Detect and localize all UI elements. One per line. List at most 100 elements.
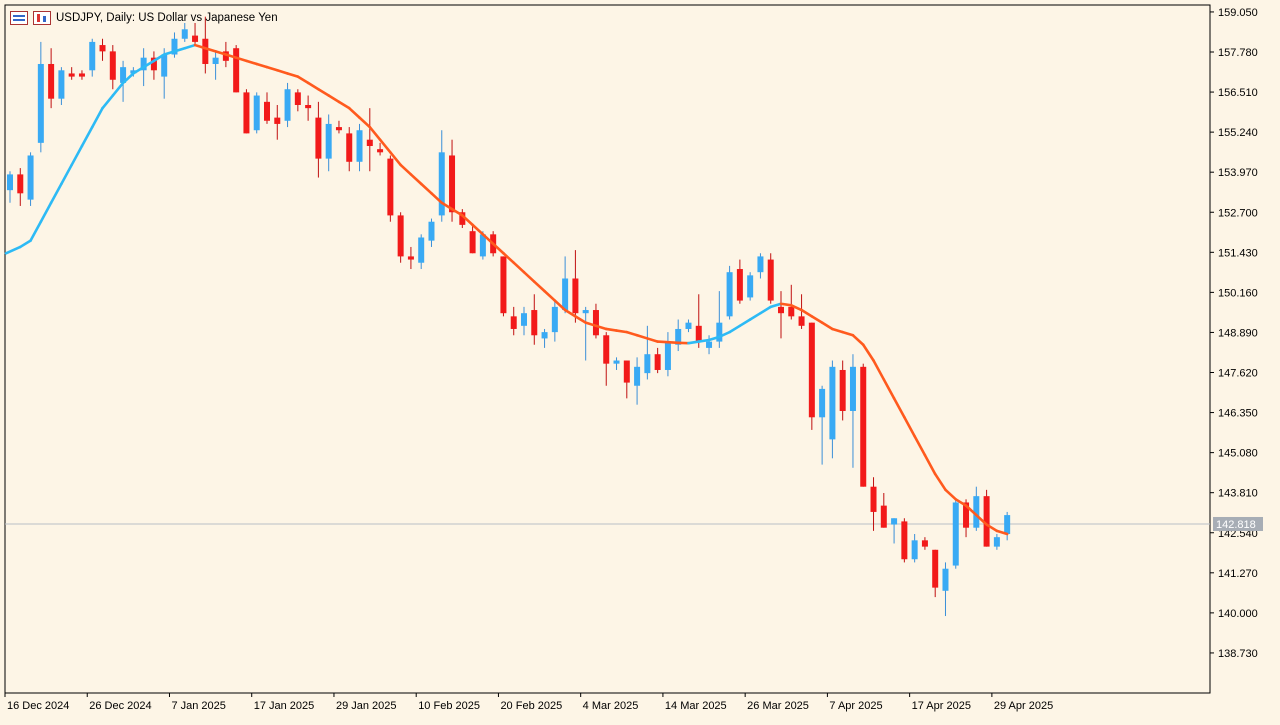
candle-body [274, 118, 280, 124]
candle-body [79, 73, 85, 76]
candle-body [346, 133, 352, 161]
candle-body [28, 155, 34, 199]
candle[interactable] [285, 83, 291, 127]
candle-body [603, 335, 609, 363]
candle-body [942, 569, 948, 591]
y-tick-label: 141.270 [1218, 568, 1258, 580]
candle-body [161, 55, 167, 77]
candle-body [58, 70, 64, 98]
candle[interactable] [809, 323, 815, 430]
candle-body [254, 96, 260, 131]
candle[interactable] [243, 89, 249, 133]
candle[interactable] [500, 256, 506, 316]
chart-title: USDJPY, Daily: US Dollar vs Japanese Yen [56, 12, 278, 24]
candle[interactable] [747, 272, 753, 300]
candle-body [305, 105, 311, 108]
candle[interactable] [953, 499, 959, 568]
candle[interactable] [901, 518, 907, 562]
candle-body [747, 275, 753, 297]
candle-body [192, 36, 198, 42]
candle-body [737, 269, 743, 301]
candle-body [912, 540, 918, 559]
candle[interactable] [233, 45, 239, 92]
candle-body [110, 51, 116, 79]
candle-body [799, 316, 805, 325]
candle-body [562, 278, 568, 310]
y-tick-label: 147.620 [1218, 368, 1258, 380]
candle-body [326, 124, 332, 159]
candle-body [829, 367, 835, 440]
y-tick-label: 148.890 [1218, 327, 1258, 339]
candle-body [213, 58, 219, 64]
candle-body [439, 152, 445, 215]
candle-body [634, 367, 640, 386]
y-tick-label: 153.970 [1218, 167, 1258, 179]
y-tick-label: 152.700 [1218, 207, 1258, 219]
y-tick-label: 138.730 [1218, 648, 1258, 660]
candle[interactable] [254, 92, 260, 133]
y-tick-label: 156.510 [1218, 87, 1258, 99]
candle[interactable] [984, 490, 990, 547]
candle-body [428, 222, 434, 241]
candle-body [233, 48, 239, 92]
moving-average-segment [781, 304, 791, 306]
candle-body [778, 307, 784, 313]
x-tick-label: 29 Jan 2025 [336, 700, 397, 712]
x-tick-label: 10 Feb 2025 [418, 700, 480, 712]
x-tick-label: 20 Feb 2025 [500, 700, 562, 712]
candle-body [922, 540, 928, 546]
candle-body [38, 64, 44, 143]
moving-average-segment [688, 342, 698, 344]
candle-body [449, 155, 455, 212]
candle[interactable] [398, 212, 404, 262]
candles-icon[interactable] [33, 11, 51, 25]
candle-body [367, 140, 373, 146]
candle-body [850, 367, 856, 411]
candle[interactable] [860, 364, 866, 487]
chart-bars-icon[interactable] [10, 11, 28, 25]
current-price-label: 142.818 [1216, 519, 1256, 531]
candle[interactable] [28, 152, 34, 206]
candle-body [840, 370, 846, 411]
candle-body [387, 159, 393, 216]
candle-body [644, 354, 650, 373]
candle[interactable] [768, 253, 774, 303]
y-tick-label: 151.430 [1218, 247, 1258, 259]
candle-body [614, 361, 620, 364]
candle[interactable] [727, 266, 733, 320]
candle-body [860, 367, 866, 487]
candle-body [1004, 515, 1010, 534]
candle-body [624, 361, 630, 383]
moving-average-segment [617, 331, 627, 333]
candle-body [572, 278, 578, 313]
candle-body [243, 92, 249, 133]
price-chart[interactable]: 159.050157.780156.510155.240153.970152.7… [0, 0, 1280, 720]
candle-body [511, 316, 517, 329]
moving-average-segment [658, 342, 668, 343]
y-tick-label: 140.000 [1218, 608, 1258, 620]
candle-body [408, 256, 414, 259]
candle[interactable] [387, 155, 393, 221]
chart-area: 159.050157.780156.510155.240153.970152.7… [0, 0, 1280, 720]
candle-body [757, 256, 763, 272]
candle-body [901, 521, 907, 559]
y-tick-label: 157.780 [1218, 47, 1258, 59]
y-tick-label: 146.350 [1218, 408, 1258, 420]
candle-body [202, 39, 208, 64]
y-tick-label: 145.080 [1218, 448, 1258, 460]
candle-body [552, 307, 558, 332]
candle-body [295, 92, 301, 105]
candle-body [727, 272, 733, 316]
candle-body [819, 389, 825, 417]
x-tick-label: 17 Apr 2025 [912, 700, 971, 712]
candle-body [418, 237, 424, 262]
x-tick-label: 7 Jan 2025 [171, 700, 225, 712]
candle-body [336, 127, 342, 130]
candle-body [182, 29, 188, 38]
candle-body [696, 326, 702, 342]
x-tick-label: 26 Dec 2024 [89, 700, 151, 712]
candle-body [531, 310, 537, 335]
x-tick-label: 4 Mar 2025 [583, 700, 639, 712]
candle-body [655, 354, 661, 370]
candle-body [932, 550, 938, 588]
